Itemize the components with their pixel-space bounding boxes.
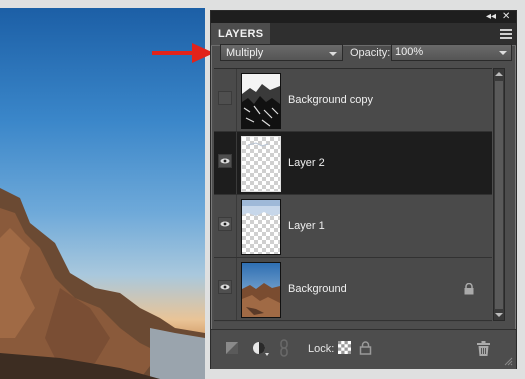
layer-thumbnail (241, 136, 281, 192)
eye-icon (220, 221, 230, 227)
layer-name: Background copy (288, 94, 373, 106)
opacity-value: 100% (395, 46, 424, 58)
layer-row[interactable]: Background copy (214, 69, 492, 132)
tab-layers[interactable]: LAYERS (211, 23, 271, 45)
layer-thumbnail (241, 199, 281, 255)
visibility-toggle[interactable] (218, 91, 232, 105)
collapse-button[interactable]: ◂◂ (486, 11, 496, 23)
lock-all-icon[interactable] (359, 341, 372, 355)
link-icon[interactable] (280, 339, 288, 357)
opacity-field[interactable]: 100% (391, 44, 512, 61)
scroll-down-icon[interactable] (495, 313, 503, 317)
layer-name: Layer 1 (288, 220, 325, 232)
scroll-thumb[interactable] (495, 81, 503, 309)
eye-icon (220, 284, 230, 290)
close-button[interactable]: ✕ (502, 11, 510, 23)
panel-title-strip: ◂◂ ✕ (211, 11, 516, 23)
panel-footer: Lock: (211, 329, 516, 369)
layer-name: Background (288, 283, 347, 295)
arrow-annotation (152, 43, 214, 63)
chevron-down-icon (329, 52, 337, 56)
layers-panel: ◂◂ ✕ LAYERS Multiply Opacity: 100% Backg… (210, 10, 517, 369)
trash-icon[interactable] (477, 341, 490, 356)
layer-row[interactable]: Layer 1 (214, 195, 492, 258)
visibility-toggle[interactable] (218, 154, 232, 168)
adjustment-icon[interactable] (252, 341, 270, 357)
new-layer-icon[interactable] (225, 341, 239, 355)
visibility-toggle[interactable] (218, 280, 232, 294)
eye-icon (220, 158, 230, 164)
lock-transparent-icon[interactable] (338, 341, 351, 354)
layer-thumbnail (241, 73, 281, 129)
tab-bar: LAYERS (211, 23, 516, 46)
layers-scrollbar[interactable] (493, 68, 505, 321)
opacity-label: Opacity: (350, 47, 391, 59)
lock-label: Lock: (308, 343, 335, 355)
resize-grip-icon[interactable] (503, 356, 513, 366)
lock-icon (464, 283, 474, 295)
layer-thumbnail (241, 262, 281, 318)
blend-mode-select[interactable]: Multiply (220, 44, 343, 61)
visibility-toggle[interactable] (218, 217, 232, 231)
layer-name: Layer 2 (288, 157, 325, 169)
panel-menu-icon[interactable] (500, 29, 512, 39)
scroll-up-icon[interactable] (495, 72, 503, 76)
layer-row[interactable]: Layer 2 (214, 132, 492, 195)
layer-row[interactable]: Background (214, 258, 492, 321)
chevron-down-icon (499, 51, 507, 55)
blend-mode-value: Multiply (226, 47, 264, 59)
layers-list: Background copy Layer 2 Layer 1 Backgrou… (214, 68, 492, 322)
